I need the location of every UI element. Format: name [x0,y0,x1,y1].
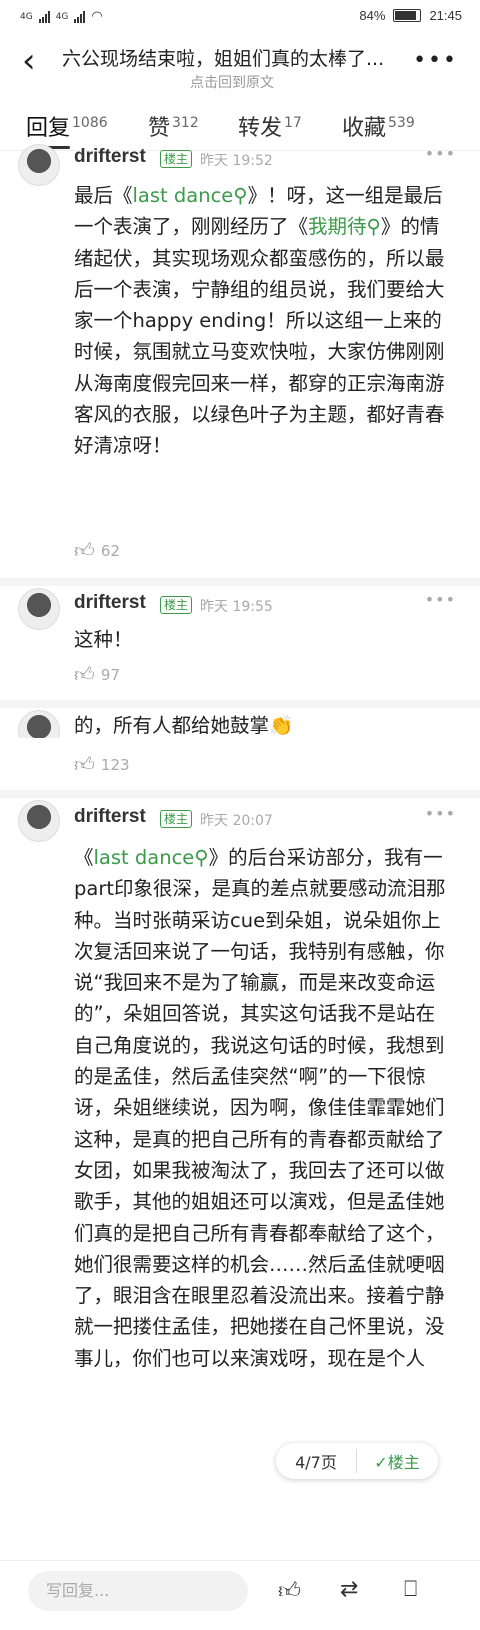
thumbs-up-icon: 👍︎ [74,538,95,562]
tab-bar: 回复 1086 赞 312 转发 17 收藏 539 [0,102,480,151]
search-icon: ⚲ [366,215,381,239]
page-navigator: 4/7页 ✓楼主 [276,1443,438,1479]
op-badge: 楼主 [160,150,193,168]
comment-body: 的，所有人都给她鼓掌👏 [74,710,454,738]
comment-more-icon[interactable]: ••• [425,804,456,823]
text: 最后《 [74,184,133,207]
check-icon: ✓ [374,1453,388,1472]
op-badge: 楼主 [160,810,193,828]
divider [0,700,480,708]
text: 》的后台采访部分，我有一part印象很深，是真的差点就要感动流泪那种。当时张萌采… [74,846,446,1370]
clock: 21:45 [429,8,462,23]
topic-link-label: last dance [132,184,234,207]
signal-label-2: 4G [55,11,69,22]
comment-time: 昨天 20:07 [200,813,273,829]
status-bar: 4G 4G ◠ 84% 21:45 [0,0,480,34]
tab-likes[interactable]: 赞 312 [148,110,199,142]
header: ‹ 六公现场结束啦，姐姐们真的太棒了... 点击回到原文 ••• [0,34,480,96]
comment-more-icon[interactable]: ••• [425,144,456,163]
tab-count: 17 [284,114,302,131]
tab-label: 收藏 [342,116,387,141]
op-only-button[interactable]: ✓楼主 [357,1449,437,1473]
page-title: 六公现场结束啦，姐姐们真的太棒了... [62,48,385,70]
battery-icon [393,9,422,22]
bottom-bar: 写回复... 👍︎ ⇄ ⎕ [0,1560,480,1630]
username[interactable]: drifterst [74,592,146,614]
bookmark-icon[interactable]: ⎕ [404,1577,417,1602]
thumbs-up-icon: 👍︎ [74,662,95,686]
like-count: 62 [100,541,120,560]
clap-emoji: 👏 [269,714,294,737]
topic-link[interactable]: last dance⚲ [94,846,209,869]
tab-favorites[interactable]: 收藏 539 [342,110,415,142]
tab-label: 回复 [26,116,71,141]
topic-link[interactable]: 我期待⚲ [308,215,381,238]
reply-input[interactable]: 写回复... [28,1571,248,1611]
thumbs-up-icon[interactable]: 👍︎ [278,1577,301,1604]
signal-icon [38,10,50,23]
thumbs-up-icon: 👍︎ [74,752,95,776]
username[interactable]: drifterst [74,146,146,168]
avatar[interactable] [18,588,60,630]
like-count: 97 [100,665,120,684]
divider [0,578,480,586]
tab-count: 1086 [72,114,108,131]
like-count: 123 [100,755,130,774]
more-icon[interactable]: ••• [413,48,458,73]
signal-label-1: 4G [20,11,33,22]
partial-comment: 的，所有人都给她鼓掌👏 [0,710,480,738]
avatar[interactable] [18,144,60,186]
back-to-original-link[interactable]: 点击回到原文 [62,72,402,92]
back-icon[interactable]: ‹ [22,44,36,78]
comment-time: 昨天 19:52 [200,153,273,169]
search-icon: ⚲ [233,184,248,207]
text: 》的情绪起伏，其实现场观众都蛮感伤的，所以最后一个表演，宁静组的组员说，我们要给… [74,215,445,458]
divider [0,790,480,798]
comment-more-icon[interactable]: ••• [425,590,456,609]
like-button[interactable]: 👍︎ 123 [74,752,130,777]
comment-body: 这种！ [74,628,133,651]
tab-reposts[interactable]: 转发 17 [238,110,302,142]
tab-label: 转发 [238,116,283,141]
op-badge: 楼主 [160,596,193,614]
op-only-label: 楼主 [387,1453,420,1472]
like-button[interactable]: 👍︎ 97 [74,662,120,687]
text: 的，所有人都给她鼓掌 [74,714,270,737]
tab-count: 312 [172,114,199,131]
text: 《 [74,846,94,869]
tab-replies[interactable]: 回复 1086 [26,110,108,142]
page-indicator[interactable]: 4/7页 [276,1449,357,1473]
avatar[interactable] [18,800,60,842]
battery-percent: 84% [359,8,386,23]
like-button[interactable]: 👍︎ 62 [74,538,120,563]
comment-time: 昨天 19:55 [200,599,273,615]
tab-count: 539 [388,114,415,131]
comment-body: 最后《last dance⚲》！呀，这一组是最后一个表演了，刚刚经历了《我期待⚲… [74,180,454,462]
signal-icon [74,10,86,23]
search-icon: ⚲ [194,846,209,869]
topic-link-label: 我期待 [308,215,367,239]
wifi-icon: ◠ [91,9,103,24]
username[interactable]: drifterst [74,806,146,828]
tab-label: 赞 [148,116,171,141]
avatar[interactable] [18,710,60,738]
topic-link[interactable]: last dance⚲ [133,184,248,207]
repost-icon[interactable]: ⇄ [340,1577,358,1602]
topic-link-label: last dance [93,846,195,869]
